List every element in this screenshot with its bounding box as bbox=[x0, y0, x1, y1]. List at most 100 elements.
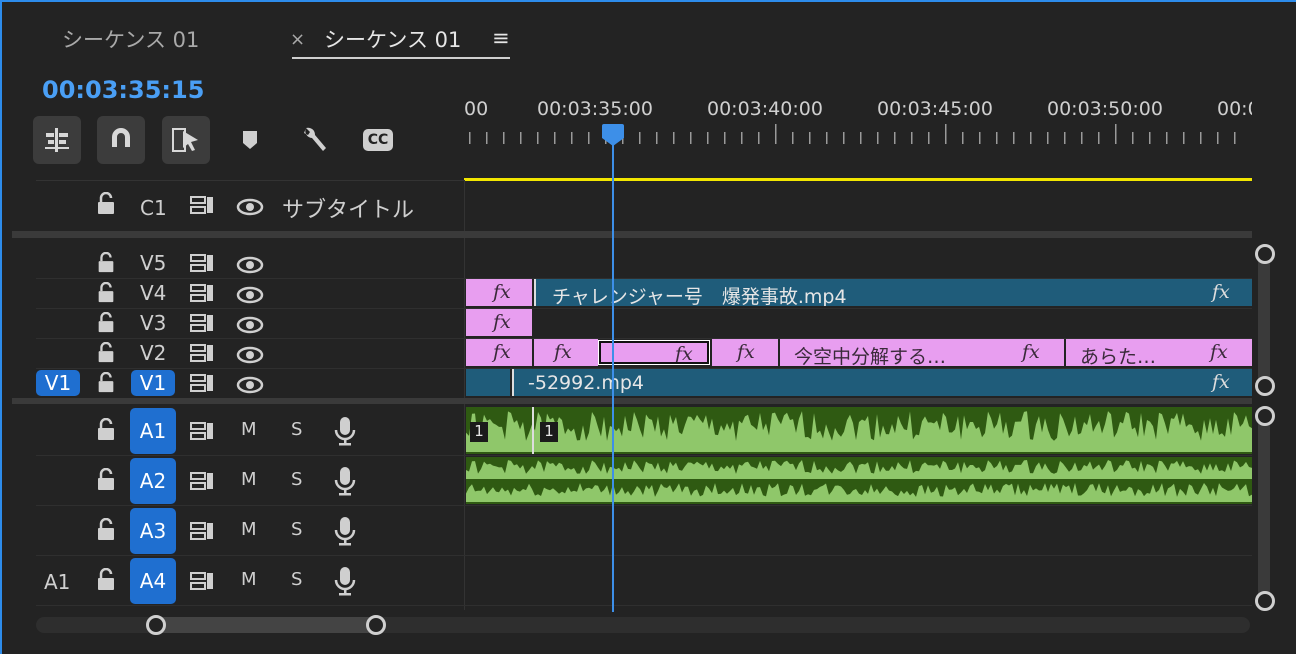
track-target-button[interactable]: V1 bbox=[131, 370, 175, 396]
track-target-button[interactable]: A3 bbox=[130, 508, 176, 554]
sync-lock-icon[interactable] bbox=[189, 313, 215, 338]
scroll-handle-icon[interactable] bbox=[1255, 376, 1275, 396]
audio-track-header-a1[interactable]: A1 M S bbox=[36, 407, 464, 455]
source-patch-label[interactable]: A1 bbox=[44, 570, 70, 594]
video-track-header-v2[interactable]: V2 bbox=[36, 340, 464, 368]
scroll-handle-icon[interactable] bbox=[1255, 406, 1275, 426]
snap-button[interactable] bbox=[97, 116, 145, 164]
graphic-clip[interactable]: fx bbox=[534, 339, 598, 366]
audio-vertical-scrollbar[interactable] bbox=[1258, 410, 1270, 602]
track-target-button[interactable]: A2 bbox=[130, 458, 176, 504]
audio-clip-a2[interactable] bbox=[466, 457, 1252, 504]
lock-icon[interactable] bbox=[96, 311, 116, 339]
video-clip[interactable] bbox=[466, 369, 510, 396]
eye-icon[interactable] bbox=[236, 255, 264, 279]
graphic-clip-selected[interactable]: fx bbox=[598, 340, 710, 365]
fx-badge: fx bbox=[493, 281, 511, 303]
sync-lock-icon[interactable] bbox=[189, 195, 215, 220]
tab-menu-icon[interactable]: ≡ bbox=[492, 26, 510, 50]
audio-track-header-a4[interactable]: A1 A4 M S bbox=[36, 557, 464, 605]
track-name[interactable]: V5 bbox=[140, 251, 166, 275]
track-target-button[interactable]: A1 bbox=[130, 408, 176, 454]
lock-icon[interactable] bbox=[96, 251, 116, 279]
sync-lock-icon[interactable] bbox=[189, 373, 215, 398]
graphic-clip[interactable]: fx bbox=[466, 309, 532, 336]
graphic-clip-caption2[interactable]: あらた… fx bbox=[1066, 339, 1252, 366]
lock-icon[interactable] bbox=[96, 191, 116, 221]
playhead-timecode[interactable]: 00:03:35:15 bbox=[42, 76, 204, 104]
caption-track-header[interactable]: C1 サブタイトル bbox=[36, 186, 464, 226]
lock-icon[interactable] bbox=[96, 467, 116, 497]
caption-video-splitter[interactable] bbox=[12, 231, 1252, 238]
lock-icon[interactable] bbox=[96, 371, 116, 399]
source-patch-button[interactable]: V1 bbox=[36, 370, 80, 396]
mute-button[interactable]: M bbox=[241, 569, 257, 590]
solo-button[interactable]: S bbox=[291, 419, 302, 440]
scroll-handle-icon[interactable] bbox=[146, 615, 166, 635]
scroll-handle-icon[interactable] bbox=[1255, 591, 1275, 611]
mute-button[interactable]: M bbox=[241, 469, 257, 490]
lock-icon[interactable] bbox=[96, 567, 116, 597]
video-track-header-v3[interactable]: V3 bbox=[36, 310, 464, 338]
sync-lock-icon[interactable] bbox=[189, 283, 215, 308]
sync-lock-icon[interactable] bbox=[189, 471, 215, 496]
tab-close-icon[interactable]: × bbox=[290, 29, 305, 50]
solo-button[interactable]: S bbox=[291, 569, 302, 590]
video-clip-challenger[interactable]: チャレンジャー号 爆発事故.mp4 fx bbox=[534, 279, 1252, 306]
ruler-ticks[interactable] bbox=[464, 122, 1254, 152]
tab-sequence-01-inactive[interactable]: シーケンス 01 bbox=[62, 24, 199, 54]
lock-icon[interactable] bbox=[96, 517, 116, 547]
graphic-clip-caption1[interactable]: 今空中分解する… fx bbox=[780, 339, 1064, 366]
solo-button[interactable]: S bbox=[291, 519, 302, 540]
solo-button[interactable]: S bbox=[291, 469, 302, 490]
tab-sequence-01-active[interactable]: シーケンス 01 bbox=[324, 24, 461, 54]
microphone-icon[interactable] bbox=[334, 466, 356, 501]
microphone-icon[interactable] bbox=[334, 416, 356, 451]
video-track-header-v4[interactable]: V4 bbox=[36, 280, 464, 308]
audio-track-header-a3[interactable]: A3 M S bbox=[36, 507, 464, 555]
fx-badge: fx bbox=[1212, 281, 1230, 303]
track-name[interactable]: V2 bbox=[140, 341, 166, 365]
sync-lock-icon[interactable] bbox=[189, 253, 215, 278]
eye-icon[interactable] bbox=[236, 345, 264, 369]
sync-lock-icon[interactable] bbox=[189, 521, 215, 546]
sync-lock-icon[interactable] bbox=[189, 421, 215, 446]
lock-icon[interactable] bbox=[96, 417, 116, 447]
audio-track-header-a2[interactable]: A2 M S bbox=[36, 457, 464, 505]
timeline-settings-button[interactable] bbox=[290, 116, 338, 164]
lock-icon[interactable] bbox=[96, 341, 116, 369]
microphone-icon[interactable] bbox=[334, 566, 356, 601]
video-audio-splitter[interactable] bbox=[12, 398, 1252, 404]
playhead-line bbox=[612, 140, 614, 612]
sync-lock-icon[interactable] bbox=[189, 571, 215, 596]
sync-lock-icon[interactable] bbox=[189, 343, 215, 368]
scroll-handle-icon[interactable] bbox=[366, 615, 386, 635]
captions-button[interactable]: CC bbox=[354, 116, 402, 164]
graphic-clip[interactable]: fx bbox=[712, 339, 778, 366]
playhead-handle[interactable] bbox=[601, 124, 625, 148]
audio-clip-a1[interactable] bbox=[466, 407, 1252, 454]
video-track-header-v1[interactable]: V1 V1 bbox=[36, 370, 464, 398]
work-area-bar[interactable] bbox=[464, 178, 1252, 181]
graphic-clip[interactable]: fx bbox=[466, 279, 532, 306]
video-vertical-scrollbar[interactable] bbox=[1258, 246, 1270, 392]
scroll-handle-icon[interactable] bbox=[1255, 244, 1275, 264]
microphone-icon[interactable] bbox=[334, 516, 356, 551]
video-clip-52992[interactable]: -52992.mp4 fx bbox=[512, 369, 1252, 396]
linked-selection-button[interactable] bbox=[162, 116, 210, 164]
eye-icon[interactable] bbox=[236, 197, 264, 221]
eye-icon[interactable] bbox=[236, 375, 264, 399]
graphic-clip[interactable]: fx bbox=[466, 339, 532, 366]
zoom-bar-thumb[interactable] bbox=[152, 617, 378, 633]
video-track-header-v5[interactable]: V5 bbox=[36, 250, 464, 278]
track-target-button[interactable]: A4 bbox=[130, 558, 176, 604]
eye-icon[interactable] bbox=[236, 315, 264, 339]
track-name[interactable]: V4 bbox=[140, 281, 166, 305]
mute-button[interactable]: M bbox=[241, 419, 257, 440]
nest-sequence-toggle-button[interactable] bbox=[33, 116, 81, 164]
track-name[interactable]: V3 bbox=[140, 311, 166, 335]
mute-button[interactable]: M bbox=[241, 519, 257, 540]
lock-icon[interactable] bbox=[96, 281, 116, 309]
add-marker-button[interactable] bbox=[226, 116, 274, 164]
eye-icon[interactable] bbox=[236, 285, 264, 309]
